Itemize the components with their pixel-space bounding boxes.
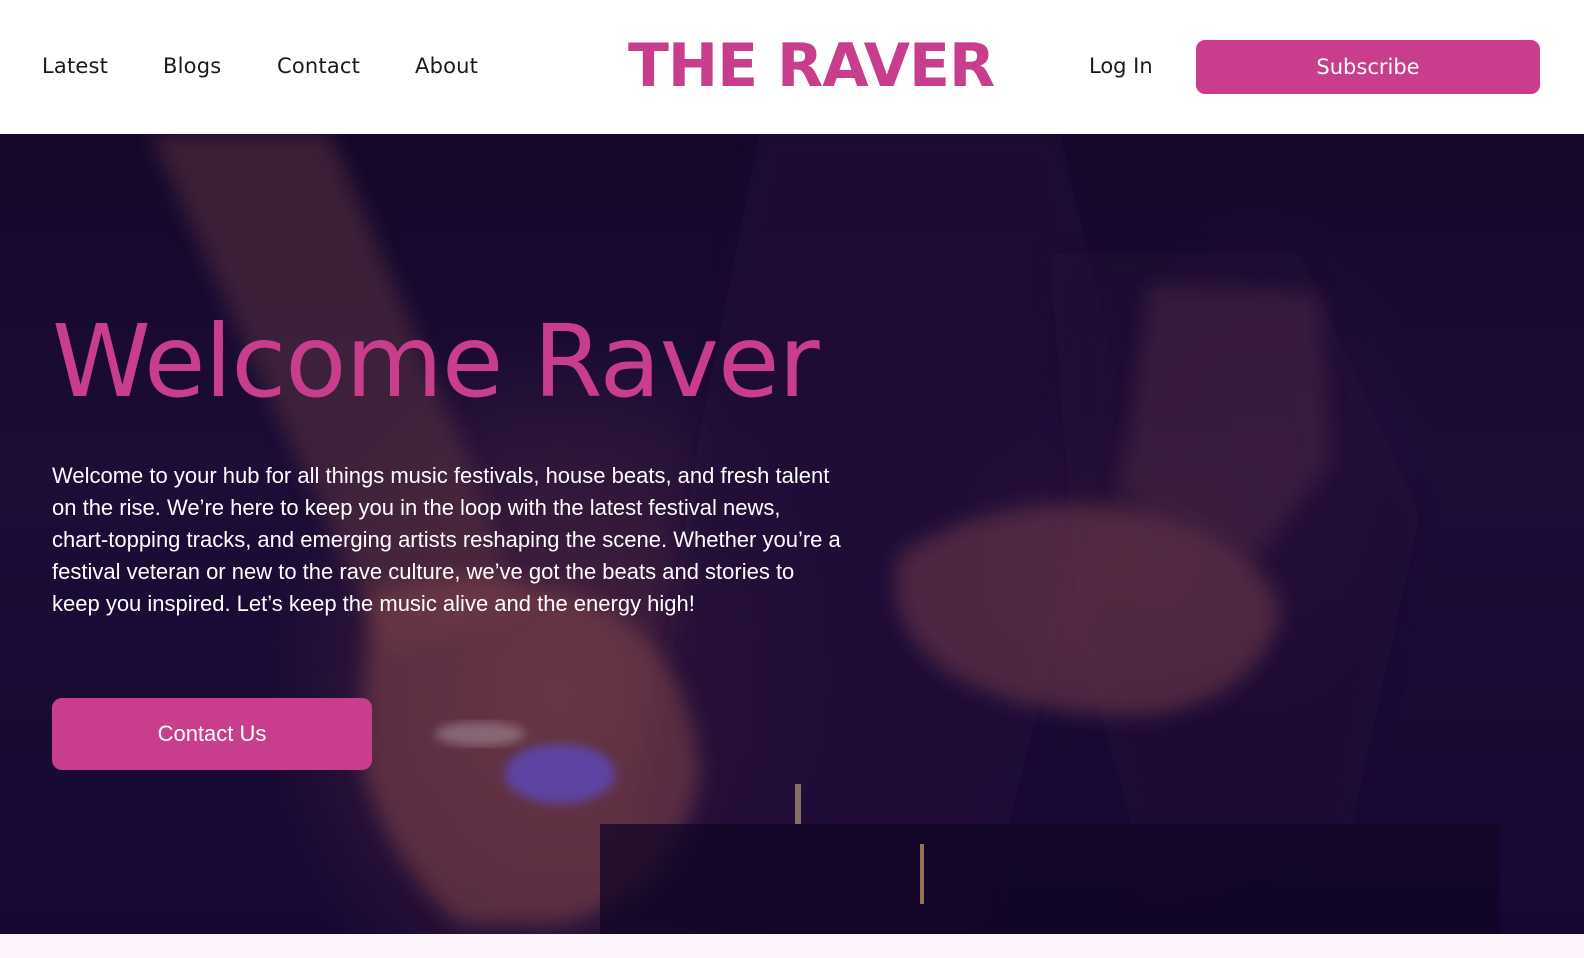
login-link[interactable]: Log In	[1089, 50, 1153, 82]
hero-description: Welcome to your hub for all things music…	[52, 463, 841, 616]
site-header: Latest Blogs Contact About THE RAVER Log…	[0, 0, 1584, 134]
nav-link-contact[interactable]: Contact	[277, 50, 415, 82]
subscribe-button[interactable]: Subscribe	[1196, 40, 1540, 94]
contact-us-button[interactable]: Contact Us	[52, 698, 372, 770]
site-logo[interactable]: THE RAVER	[628, 28, 995, 104]
page-bottom-strip	[0, 934, 1584, 958]
nav-link-latest[interactable]: Latest	[42, 50, 163, 82]
nav-link-blogs[interactable]: Blogs	[163, 50, 277, 82]
main-nav: Latest Blogs Contact About	[42, 50, 495, 82]
hero-section: Welcome Raver Welcome to your hub for al…	[0, 134, 1584, 934]
nav-link-about[interactable]: About	[415, 50, 495, 82]
hero-title: Welcome Raver	[52, 303, 820, 420]
